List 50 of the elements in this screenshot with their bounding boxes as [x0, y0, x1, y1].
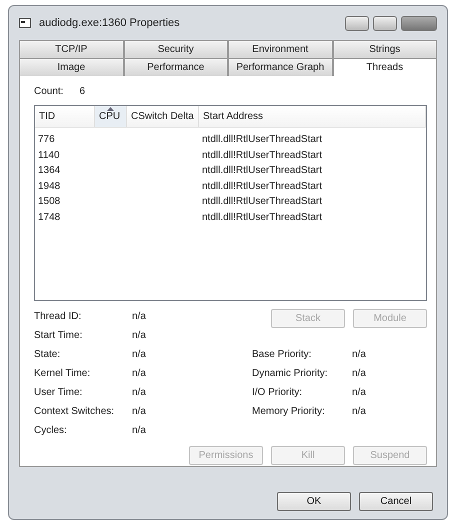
window-title: audiodg.exe:1360 Properties [39, 16, 180, 31]
field-label: Start Time: [34, 329, 84, 343]
column-header[interactable]: CPU [95, 106, 127, 127]
field-value: n/a [132, 386, 147, 400]
field-value: n/a [132, 405, 147, 419]
field-value: n/a [132, 310, 147, 324]
field-label: Context Switches: [34, 405, 116, 419]
field-label: Base Priority: [252, 348, 312, 362]
field-value: n/a [352, 348, 367, 362]
column-header[interactable]: Start Address [199, 106, 426, 127]
table-cell-text: ntdll.dll!RtlUserThreadStart [201, 165, 324, 176]
tab[interactable]: Threads [332, 58, 437, 76]
table-cell-text: 1948 [37, 180, 62, 192]
table-cell-text: ntdll.dll!RtlUserThreadStart [201, 134, 324, 146]
tab[interactable]: TCP/IP [19, 40, 124, 58]
count-value: 6 [79, 85, 86, 99]
button[interactable]: OK [277, 492, 351, 511]
field-value: n/a [352, 367, 367, 381]
field-label: Dynamic Priority: [252, 367, 329, 381]
field-value: n/a [132, 424, 147, 438]
field-value: n/a [352, 386, 367, 400]
column-header[interactable]: CSwitch Delta [127, 106, 199, 127]
field-value: n/a [132, 329, 147, 343]
field-label: Memory Priority: [252, 405, 326, 419]
table-cell-text: 1748 [37, 212, 62, 223]
field-label: I/O Priority: [252, 386, 304, 400]
table-cell-text: ntdll.dll!RtlUserThreadStart [201, 150, 324, 161]
table-cell-text: ntdll.dll!RtlUserThreadStart [201, 212, 324, 223]
tab[interactable]: Image [19, 58, 124, 76]
tab[interactable]: Environment [228, 40, 332, 58]
table-cell-text: 1364 [37, 165, 62, 176]
tab[interactable]: Security [124, 40, 228, 58]
field-value: n/a [132, 367, 147, 381]
table-cell-text: 1508 [37, 196, 62, 208]
button[interactable]: Cancel [359, 492, 433, 511]
field-label: Thread ID: [34, 310, 82, 324]
table-cell-text: ntdll.dll!RtlUserThreadStart [201, 196, 324, 208]
field-label: User Time: [34, 386, 84, 400]
tab[interactable]: Strings [332, 40, 437, 58]
table-cell-text: 776 [37, 134, 56, 146]
table-cell-text: ntdll.dll!RtlUserThreadStart [201, 180, 324, 192]
tab[interactable]: Performance Graph [228, 58, 332, 76]
field-label: State: [34, 348, 62, 362]
field-label: Cycles: [34, 424, 68, 438]
count-label: Count: [34, 85, 64, 99]
tab[interactable]: Performance [124, 58, 228, 76]
field-value: n/a [132, 348, 147, 362]
field-label: Kernel Time: [34, 367, 92, 381]
field-value: n/a [352, 405, 367, 419]
table-cell-text: 1140 [37, 150, 61, 161]
